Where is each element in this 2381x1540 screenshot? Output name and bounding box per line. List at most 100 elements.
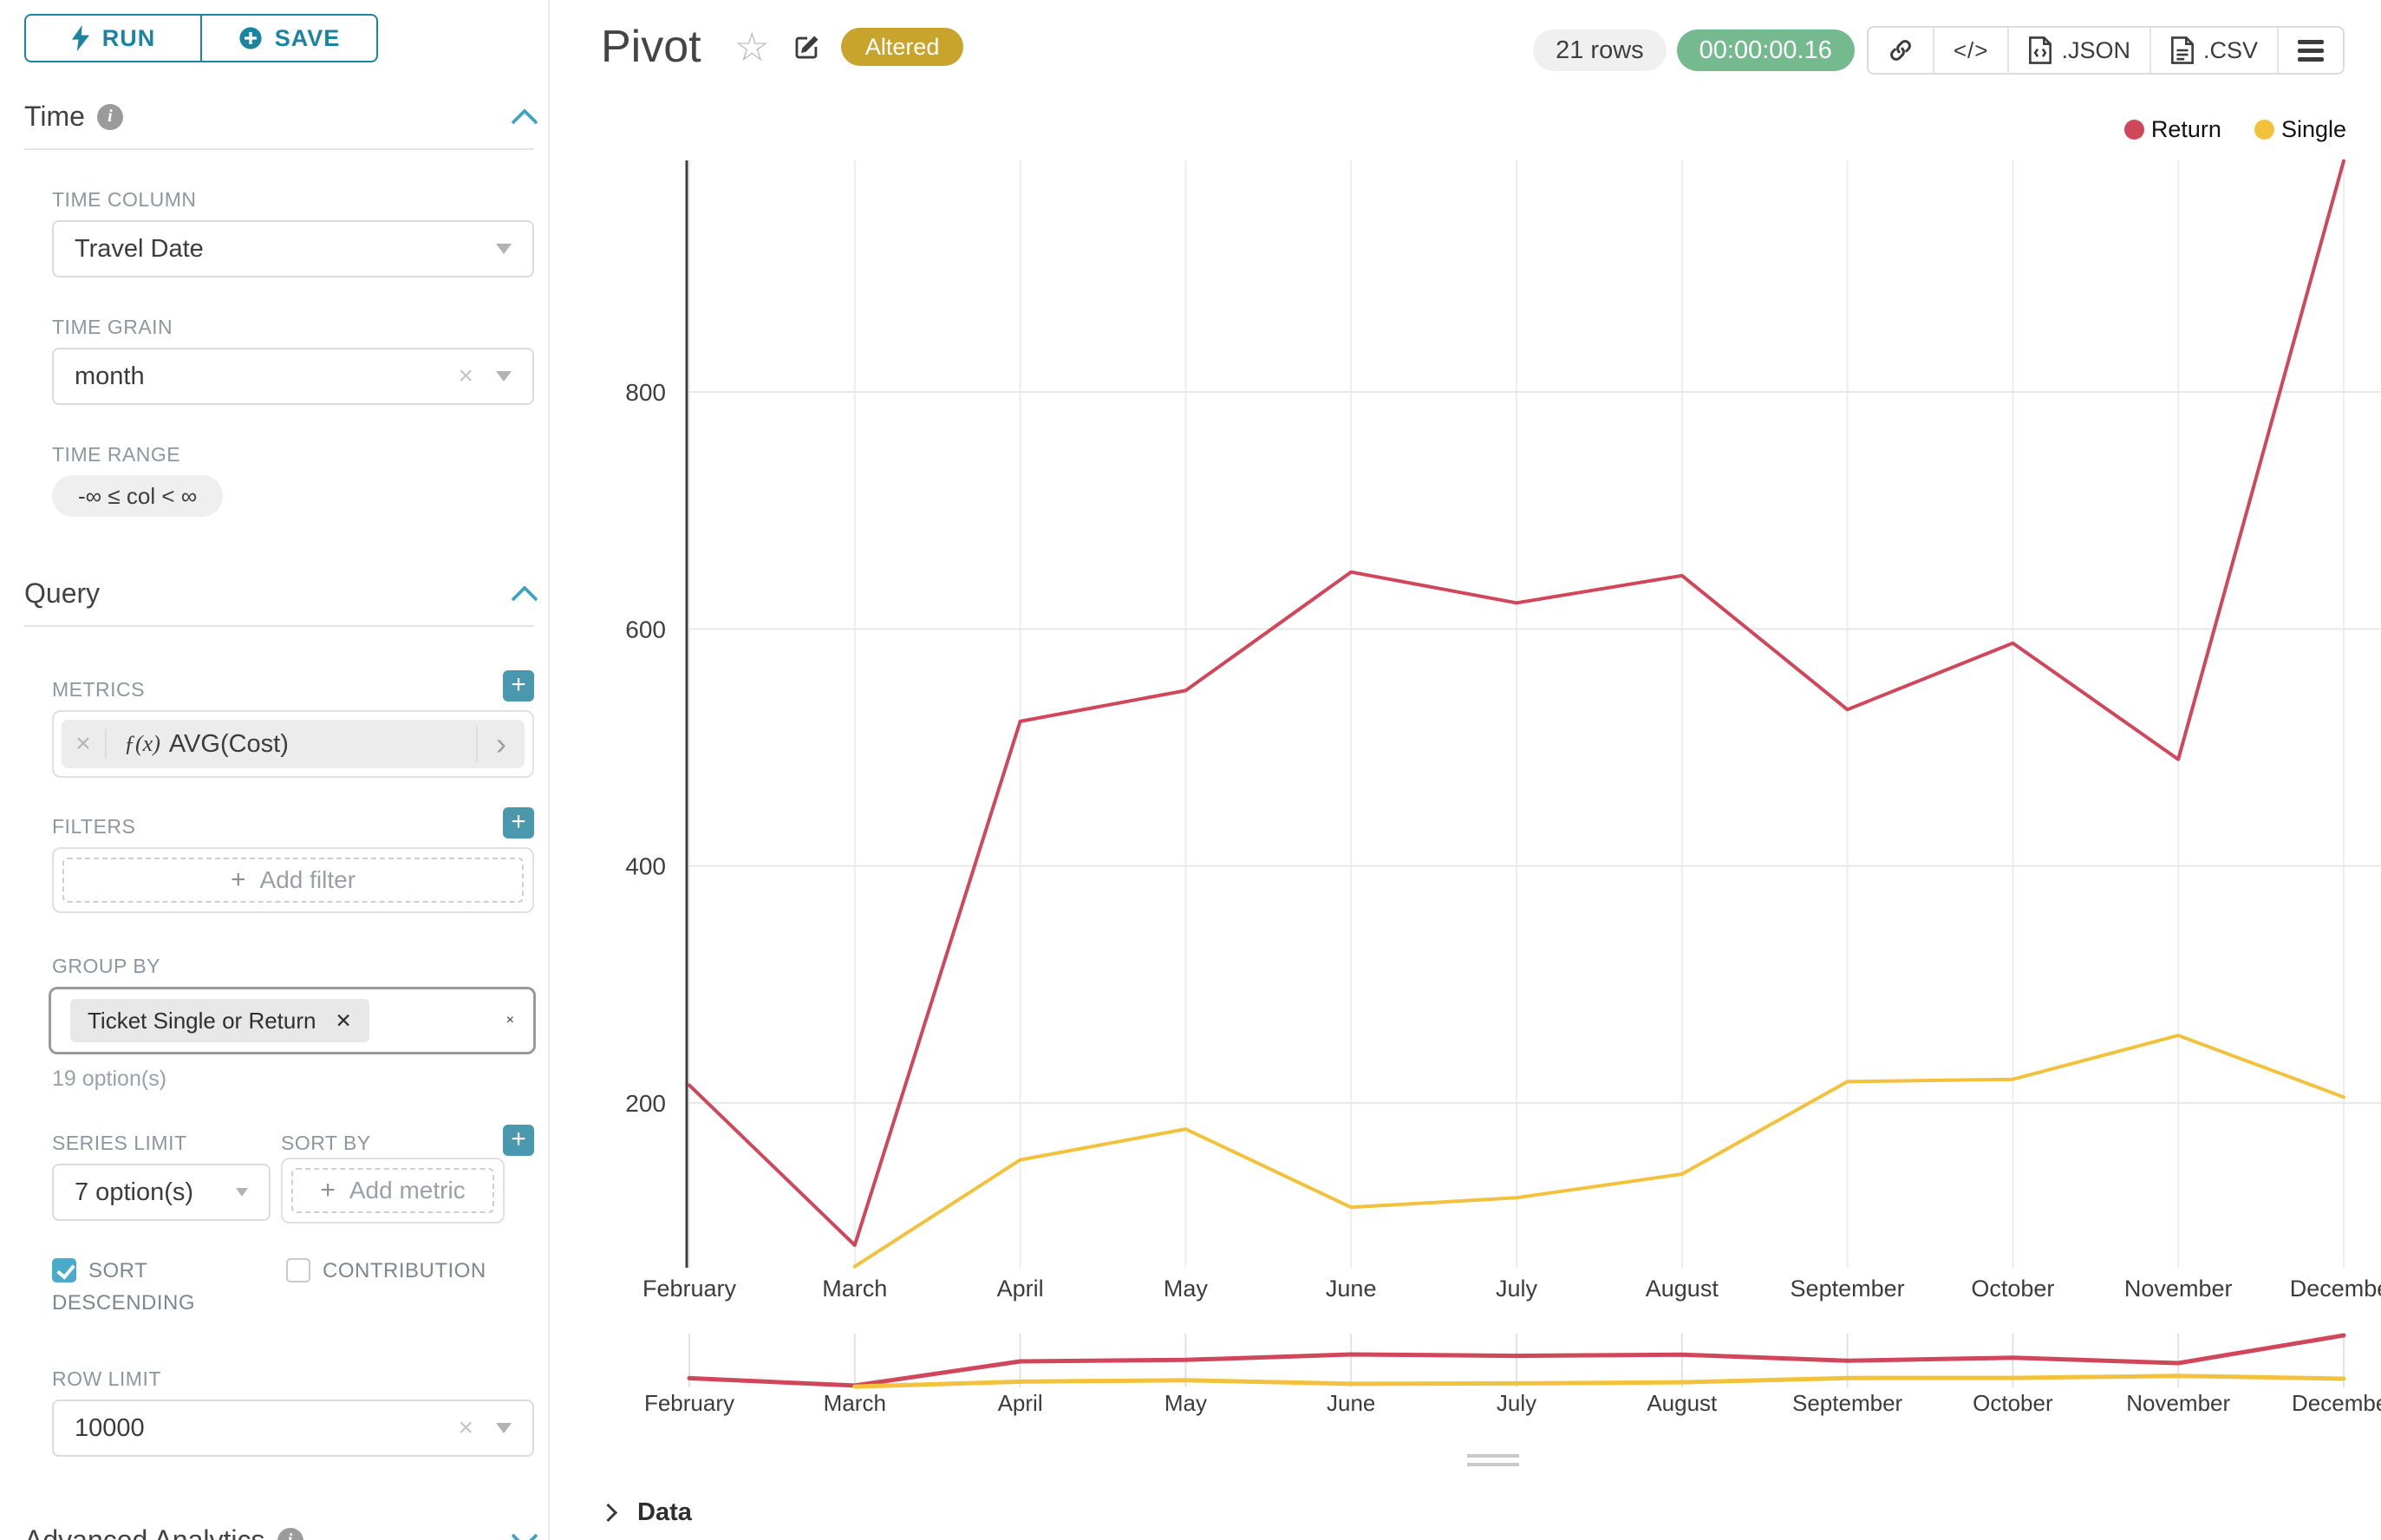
favorite-star-icon[interactable]: ☆ (734, 27, 770, 67)
x-axis-label: June (1326, 1276, 1377, 1302)
metrics-label: METRICS (52, 678, 145, 701)
dropdown-caret-icon (496, 244, 512, 254)
remove-tag-icon[interactable]: ✕ (335, 1009, 351, 1033)
csv-file-icon (2170, 36, 2195, 64)
copy-link-button[interactable] (1869, 28, 1934, 73)
add-sort-metric-plus-button[interactable]: + (503, 1125, 534, 1156)
csv-button-label: .CSV (2203, 37, 2258, 64)
chart-legend: Return Single (2124, 116, 2346, 143)
row-count-badge: 21 rows (1533, 29, 1667, 71)
info-icon: i (277, 1528, 303, 1540)
chevron-down-icon[interactable] (511, 1523, 538, 1540)
row-limit-value: 10000 (75, 1414, 145, 1443)
time-section-title: Time (24, 101, 85, 133)
altered-badge[interactable]: Altered (841, 28, 964, 66)
clear-icon[interactable]: × (458, 363, 473, 389)
mini-x-axis-label: October (1973, 1390, 2053, 1416)
link-icon (1888, 37, 1914, 63)
data-panel-toggle[interactable]: Data (602, 1498, 692, 1527)
sort-descending-checkbox[interactable]: SORT DESCENDING (52, 1255, 243, 1319)
mini-x-axis-label: December (2292, 1390, 2381, 1416)
mini-x-axis-label: November (2126, 1390, 2230, 1416)
add-filter-button[interactable]: + Add filter (62, 858, 524, 903)
dropdown-caret-icon (496, 1423, 512, 1433)
sort-by-label: SORT BY (281, 1132, 371, 1155)
embed-code-button[interactable]: </> (1934, 28, 2010, 73)
sort-by-container: + Add metric (281, 1158, 505, 1224)
add-filter-label: Add filter (260, 866, 356, 894)
time-range-value: -∞ ≤ col < ∞ (78, 483, 197, 510)
advanced-analytics-header[interactable]: Advanced Analytics i (24, 1524, 534, 1540)
chevron-right-icon (599, 1504, 617, 1522)
header-right-controls: 21 rows 00:00:00.16 </> (1533, 26, 2345, 75)
export-json-button[interactable]: .JSON (2009, 28, 2151, 73)
legend-item-return[interactable]: Return (2124, 116, 2221, 143)
more-options-button[interactable] (2279, 28, 2343, 73)
add-filter-plus-button[interactable]: + (503, 807, 534, 839)
query-timer-badge: 00:00:00.16 (1677, 29, 1855, 71)
mini-x-axis-label: April (998, 1390, 1043, 1416)
group-by-label: GROUP BY (52, 955, 534, 978)
filters-container: + Add filter (52, 847, 534, 913)
mini-x-axis-label: March (824, 1390, 886, 1416)
dropdown-caret-icon (236, 1188, 248, 1197)
time-range-label: TIME RANGE (52, 443, 534, 467)
time-column-select[interactable]: Travel Date (52, 220, 534, 277)
mini-x-axis-label: May (1164, 1390, 1207, 1416)
group-by-select[interactable]: Ticket Single or Return ✕ × (49, 987, 536, 1054)
time-grain-select[interactable]: month × (52, 348, 534, 405)
series-limit-select[interactable]: 7 option(s) (52, 1164, 271, 1221)
x-axis-label: October (1971, 1276, 2054, 1302)
checkbox-unchecked-icon[interactable] (286, 1258, 310, 1282)
x-axis-label: May (1164, 1276, 1209, 1302)
chevron-up-icon[interactable] (511, 108, 538, 135)
section-divider (24, 625, 534, 627)
edit-icon[interactable] (793, 32, 822, 62)
series-limit-label: SERIES LIMIT (52, 1132, 281, 1155)
metrics-container: × ƒ(x) AVG(Cost) › (52, 710, 534, 778)
export-csv-button[interactable]: .CSV (2151, 28, 2279, 73)
y-axis-tick-label: 400 (625, 853, 666, 880)
plus-icon: + (320, 1176, 336, 1205)
info-icon: i (97, 104, 123, 130)
save-button-label: SAVE (275, 25, 341, 52)
group-by-tag-label: Ticket Single or Return (88, 1008, 316, 1034)
metric-value: AVG(Cost) (169, 730, 289, 759)
export-button-group: </> .JSON .CSV (1867, 26, 2345, 75)
group-by-tag[interactable]: Ticket Single or Return ✕ (70, 999, 369, 1042)
legend-item-single[interactable]: Single (2254, 116, 2346, 143)
dropdown-caret-icon (496, 371, 512, 382)
metric-pill[interactable]: × ƒ(x) AVG(Cost) › (62, 720, 525, 768)
x-axis-label: March (822, 1276, 887, 1302)
contribution-checkbox[interactable]: CONTRIBUTION (286, 1255, 486, 1319)
clear-icon[interactable]: × (506, 1013, 514, 1028)
time-column-value: Travel Date (75, 235, 204, 264)
run-button[interactable]: RUN (24, 14, 201, 62)
plus-icon: + (231, 865, 246, 895)
chevron-up-icon[interactable] (511, 585, 538, 612)
x-axis-label: August (1646, 1276, 1719, 1302)
clear-icon[interactable]: × (458, 1415, 473, 1441)
run-save-button-group: RUN SAVE (24, 14, 378, 62)
lightning-icon (71, 25, 90, 51)
legend-dot-icon (2124, 120, 2144, 140)
y-axis-tick-label: 600 (625, 616, 666, 643)
chevron-right-icon[interactable]: › (476, 726, 525, 762)
return-series-line (689, 161, 2344, 1246)
checkbox-checked-icon[interactable] (52, 1258, 76, 1282)
time-section-header[interactable]: Time i (24, 101, 534, 133)
menu-icon (2298, 40, 2324, 62)
query-section-title: Query (24, 578, 100, 610)
mini-x-axis-label: June (1327, 1390, 1375, 1416)
add-sort-metric-button[interactable]: + Add metric (291, 1168, 494, 1213)
add-metric-plus-button[interactable]: + (503, 670, 534, 701)
time-range-pill[interactable]: -∞ ≤ col < ∞ (52, 475, 223, 517)
save-button[interactable]: SAVE (201, 14, 378, 62)
return-mini-series-line (689, 1335, 2344, 1386)
query-section-header[interactable]: Query (24, 578, 534, 610)
row-limit-select[interactable]: 10000 × (52, 1400, 534, 1457)
time-grain-value: month (75, 362, 145, 391)
json-file-icon (2028, 36, 2052, 64)
remove-metric-icon[interactable]: × (62, 729, 107, 759)
add-metric-label: Add metric (349, 1177, 466, 1204)
